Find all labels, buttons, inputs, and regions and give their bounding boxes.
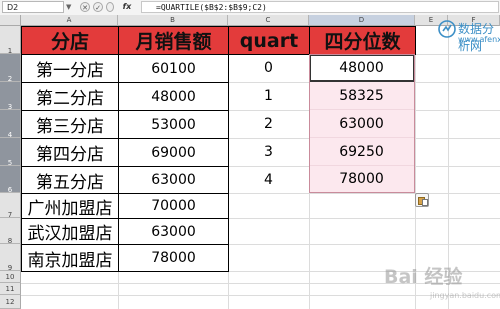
header-cell-shop[interactable]: 分店 [21,26,119,55]
confirm-icon[interactable]: ✓ [93,2,103,12]
row-header-1[interactable]: 1 [0,26,21,55]
paste-options-icon[interactable] [415,193,429,207]
site-logo-icon [438,20,456,38]
sales-cell[interactable]: 48000 [118,82,229,111]
baidu-watermark: Bai 经验 [384,266,463,288]
column-header-d[interactable]: D [309,15,415,26]
quart-cell[interactable]: 3 [228,138,309,166]
row-header-10[interactable]: 10 [0,271,21,283]
name-box[interactable]: D2 [2,1,64,13]
spreadsheet-window: D2 ▼ ✕ ✓ fx =QUARTILE($B$2:$B$9;C2) A B … [0,0,500,309]
shop-name-cell[interactable]: 第二分店 [21,82,119,111]
sales-cell[interactable]: 70000 [118,193,229,219]
chevron-down-icon[interactable]: ▼ [66,3,71,11]
row-header-12[interactable]: 12 [0,295,21,309]
gridline [21,295,500,296]
sales-cell[interactable]: 78000 [118,244,229,272]
shop-name-cell[interactable]: 广州加盟店 [21,193,119,219]
row-header-9[interactable]: 9 [0,244,21,272]
quartile-result-cell[interactable]: 63000 [309,110,415,138]
quartile-result-cell-active[interactable]: 48000 [309,54,415,82]
formula-bar: D2 ▼ ✕ ✓ fx =QUARTILE($B$2:$B$9;C2) [0,0,500,16]
row-header-5[interactable]: 5 [0,138,21,167]
quart-cell[interactable]: 0 [228,54,309,82]
cancel-icon[interactable]: ✕ [80,2,90,12]
quart-cell[interactable]: 2 [228,110,309,138]
column-header-b[interactable]: B [118,15,228,26]
shop-name-cell[interactable]: 第五分店 [21,166,119,194]
sales-cell[interactable]: 53000 [118,110,229,139]
quartile-result-cell[interactable]: 58325 [309,82,415,110]
row-header-7[interactable]: 7 [0,193,21,219]
shop-name-cell[interactable]: 南京加盟店 [21,244,119,272]
divider-icon [106,2,114,12]
shop-name-cell[interactable]: 第一分店 [21,54,119,83]
header-cell-sales[interactable]: 月销售额 [118,26,229,55]
formula-input[interactable]: =QUARTILE($B$2:$B$9;C2) [141,1,499,13]
column-header-a[interactable]: A [21,15,118,26]
quart-cell[interactable]: 1 [228,82,309,110]
select-all-corner[interactable] [0,15,21,26]
column-header-c[interactable]: C [228,15,309,26]
row-header-3[interactable]: 3 [0,82,21,111]
insert-function-button[interactable]: fx [117,1,137,13]
sales-cell[interactable]: 63000 [118,218,229,245]
sales-cell[interactable]: 60100 [118,54,229,83]
baidu-watermark-url: jingyan.baidu.com [430,291,500,300]
shop-name-cell[interactable]: 武汉加盟店 [21,218,119,245]
sales-cell[interactable]: 63000 [118,166,229,194]
watermark-site-url: www.afenxi.com [458,35,500,44]
quartile-result-cell[interactable]: 78000 [309,166,415,193]
shop-name-cell[interactable]: 第四分店 [21,138,119,167]
document-icon [422,199,428,206]
quartile-result-cell[interactable]: 69250 [309,138,415,166]
header-cell-quart[interactable]: quart [228,26,310,55]
row-header-2[interactable]: 2 [0,54,21,83]
quart-cell[interactable]: 4 [228,166,309,193]
row-header-6[interactable]: 6 [0,166,21,194]
row-header-11[interactable]: 11 [0,283,21,295]
shop-name-cell[interactable]: 第三分店 [21,110,119,139]
sales-cell[interactable]: 69000 [118,138,229,167]
row-header-8[interactable]: 8 [0,218,21,245]
header-cell-quartile[interactable]: 四分位数 [309,26,416,55]
row-header-4[interactable]: 4 [0,110,21,139]
